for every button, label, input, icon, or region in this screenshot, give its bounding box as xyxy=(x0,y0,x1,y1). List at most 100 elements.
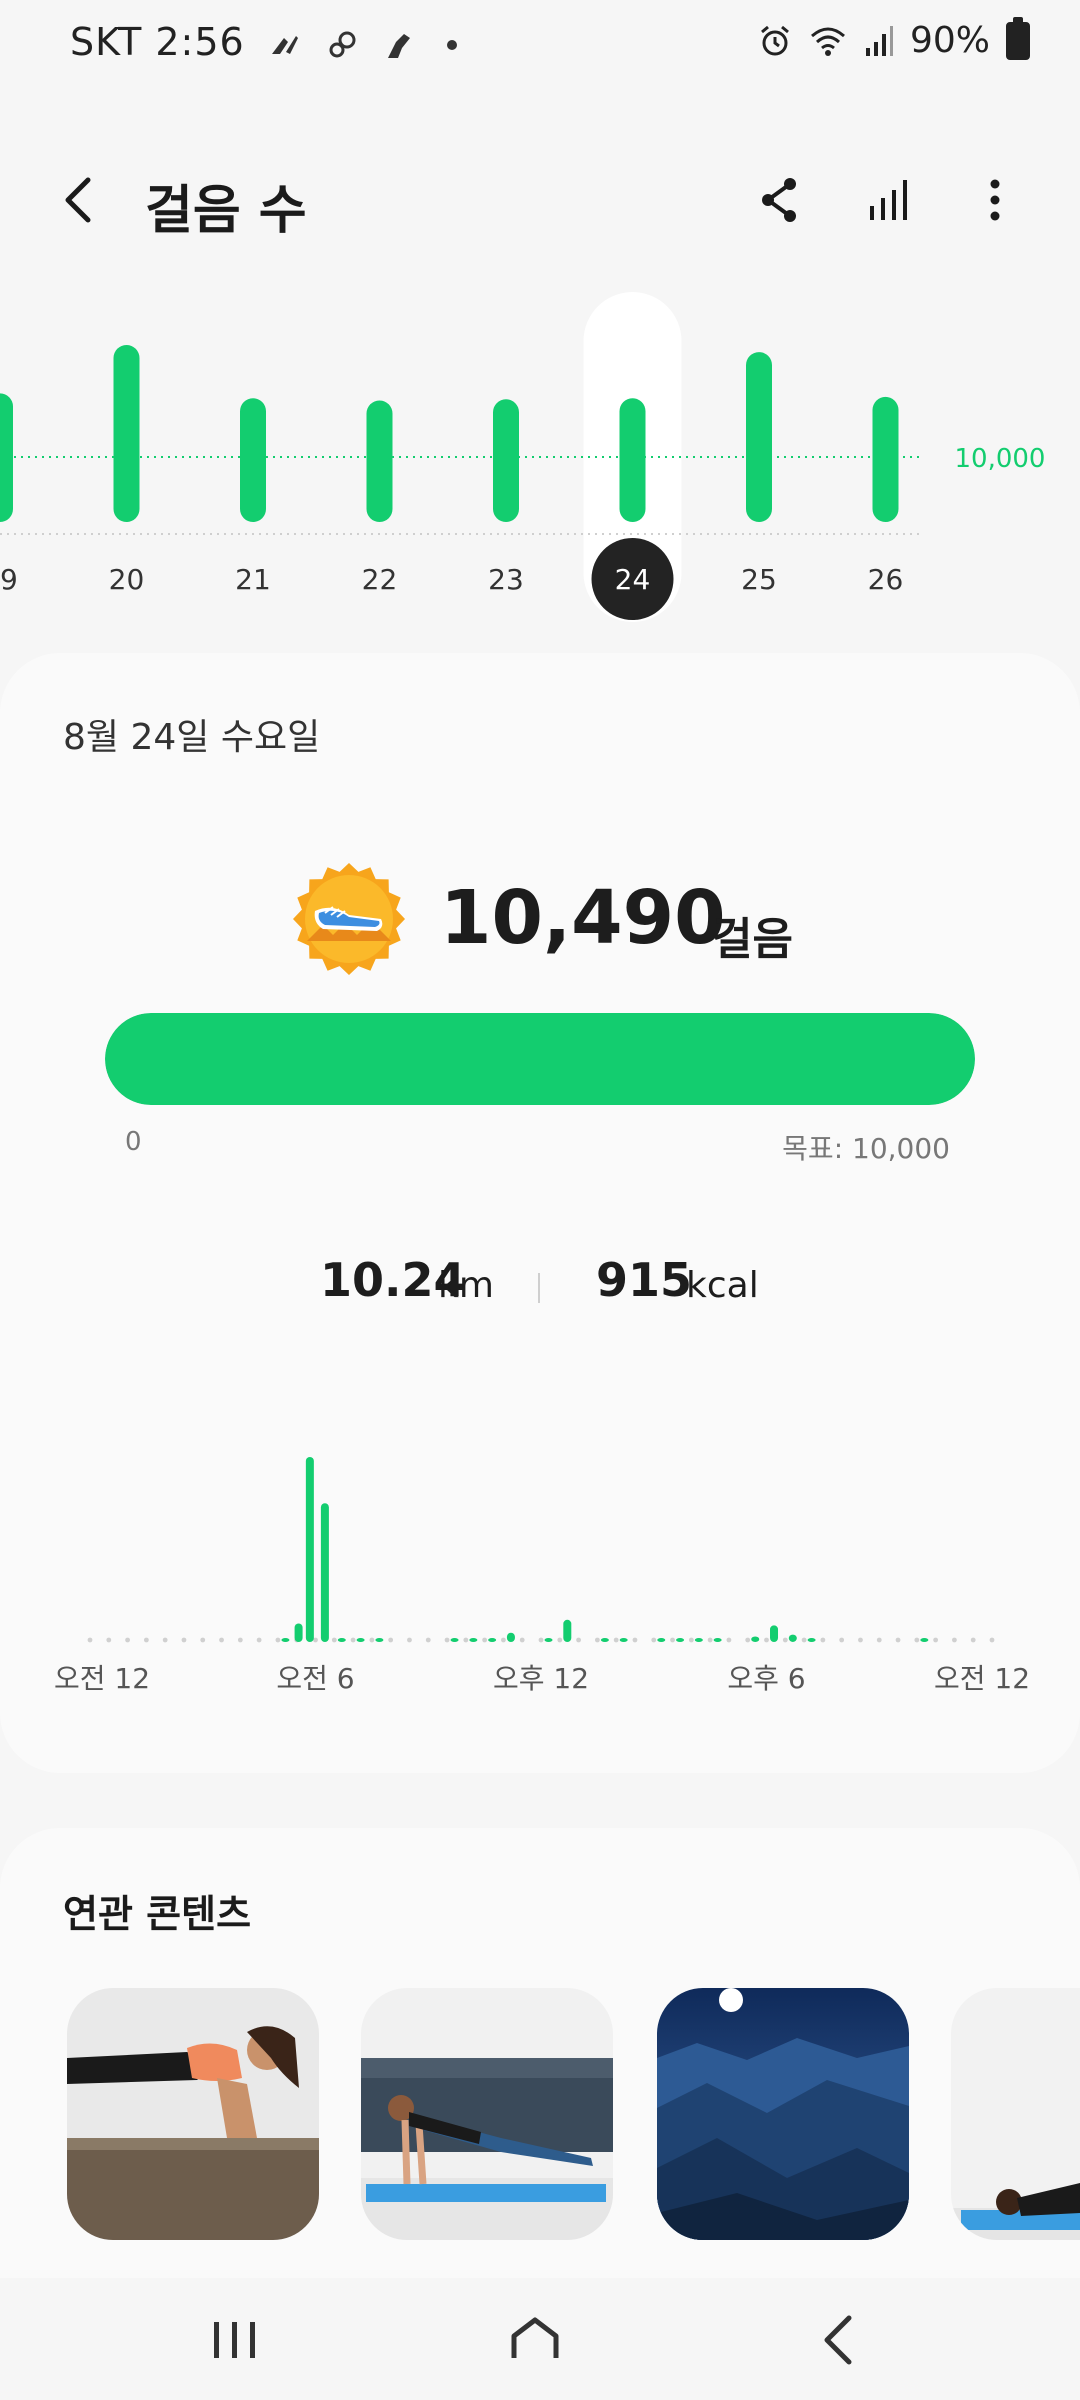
hourly-baseline-dot xyxy=(219,1637,224,1643)
hourly-bar xyxy=(281,1638,290,1642)
calories-unit: kcal xyxy=(686,1265,759,1306)
steps-unit: 걸음 xyxy=(712,914,793,965)
plank-workout-image[interactable] xyxy=(67,1988,319,2240)
distance-unit: km xyxy=(438,1265,494,1306)
hourly-bar xyxy=(356,1638,365,1642)
hourly-baseline-dot xyxy=(876,1637,882,1643)
more-options-button[interactable] xyxy=(965,170,1025,230)
hourly-baseline-dot xyxy=(200,1637,206,1643)
day-label: 19 xyxy=(0,563,18,596)
hourly-bar xyxy=(619,1638,628,1642)
notification-app-icon xyxy=(329,31,356,57)
hourly-bar xyxy=(305,1457,314,1642)
hourly-tick-label: 오전 12 xyxy=(934,1662,1030,1695)
hourly-bar xyxy=(788,1634,797,1642)
hourly-bar xyxy=(469,1638,478,1642)
alarm-icon xyxy=(761,25,789,55)
progress-min-label: 0 xyxy=(125,1127,142,1157)
day-label: 22 xyxy=(362,563,398,596)
hourly-bar xyxy=(657,1638,666,1642)
carrier-time: SKT 2:56 xyxy=(70,20,245,64)
hourly-bar xyxy=(694,1638,703,1642)
hourly-baseline-dot xyxy=(256,1637,262,1643)
goal-progress-bar xyxy=(105,1013,975,1105)
chevron-left-icon xyxy=(65,177,91,223)
share-button[interactable] xyxy=(750,170,810,230)
hourly-steps-chart: 오전 12 오전 6 오후 12 오후 6 오전 12 xyxy=(0,1423,1080,1723)
app-header: 걸음 수 xyxy=(0,150,1080,250)
hourly-bar xyxy=(450,1638,459,1642)
goal-label: 목표: 10,000 xyxy=(782,1132,950,1165)
home-icon xyxy=(511,2317,559,2358)
night-mountains-image[interactable] xyxy=(657,1988,909,2240)
hourly-baseline-dot xyxy=(425,1637,431,1643)
day-label: 23 xyxy=(488,563,524,596)
bar-chart-icon xyxy=(870,180,907,220)
trends-button[interactable] xyxy=(860,170,920,230)
notification-app-icon xyxy=(388,33,410,58)
day-label: 24 xyxy=(615,563,651,596)
hourly-bar xyxy=(563,1619,572,1642)
hourly-tick-label: 오전 6 xyxy=(276,1662,354,1695)
hourly-baseline-dot xyxy=(745,1637,751,1643)
hourly-baseline-dot xyxy=(407,1637,412,1643)
home-button[interactable] xyxy=(500,2308,570,2372)
hourly-baseline-dot xyxy=(181,1637,187,1643)
hourly-bar xyxy=(488,1638,497,1642)
nav-back-button[interactable] xyxy=(805,2308,875,2372)
back-icon xyxy=(824,2315,852,2365)
hourly-bar xyxy=(375,1638,384,1642)
hourly-baseline-dot xyxy=(501,1637,506,1643)
hourly-baseline-dot xyxy=(369,1637,375,1643)
hourly-baseline-dot xyxy=(933,1637,939,1643)
hourly-bar xyxy=(920,1638,929,1642)
hourly-baseline-dot xyxy=(726,1637,732,1643)
share-icon xyxy=(762,178,796,222)
hourly-baseline-dot xyxy=(839,1637,845,1643)
week-bar xyxy=(366,400,393,522)
weekly-steps-chart[interactable]: 10,000 19 20 21 22 23 24 25 26 xyxy=(0,290,1080,630)
hourly-baseline-dot xyxy=(463,1637,469,1643)
hourly-baseline-dot xyxy=(688,1637,694,1643)
signal-icon xyxy=(865,25,893,56)
hourly-bar xyxy=(337,1638,346,1642)
day-label: 21 xyxy=(235,563,271,596)
day-label: 20 xyxy=(109,563,145,596)
hourly-baseline-dot xyxy=(388,1637,394,1643)
week-bar xyxy=(619,398,646,522)
calories-value: 915 xyxy=(596,1253,693,1307)
hourly-baseline-dot xyxy=(820,1637,826,1643)
week-bar xyxy=(113,345,140,522)
pushup-workout-image[interactable] xyxy=(361,1988,613,2240)
hourly-baseline-dot xyxy=(651,1637,657,1643)
hourly-baseline-dot xyxy=(87,1637,93,1643)
battery-icon xyxy=(1006,16,1030,60)
hourly-baseline-dot xyxy=(989,1637,995,1643)
recents-icon xyxy=(214,2322,255,2358)
back-button[interactable] xyxy=(50,170,110,230)
hourly-tick-label: 오후 6 xyxy=(727,1662,805,1695)
hourly-chart-svg: 오전 12 오전 6 오후 12 오후 6 오전 12 xyxy=(54,1457,1030,1695)
dot-icon xyxy=(447,39,458,50)
yoga-mat-image[interactable] xyxy=(951,1988,1080,2240)
notification-app-icon xyxy=(271,35,298,54)
hourly-baseline-dot xyxy=(519,1637,525,1643)
stat-divider xyxy=(538,1273,540,1303)
hourly-bar xyxy=(751,1636,760,1642)
hourly-baseline-dot xyxy=(613,1637,619,1643)
hourly-bar xyxy=(713,1638,722,1642)
hourly-bar xyxy=(294,1623,303,1642)
recents-button[interactable] xyxy=(200,2308,270,2372)
hourly-baseline-dot xyxy=(632,1637,638,1643)
hourly-baseline-dot xyxy=(801,1637,807,1643)
system-nav-bar xyxy=(0,2278,1080,2400)
hourly-bar xyxy=(676,1638,685,1642)
hourly-baseline-dot xyxy=(162,1637,168,1643)
wifi-icon xyxy=(810,27,845,56)
battery-percent: 90% xyxy=(909,20,990,61)
hourly-bar xyxy=(506,1632,515,1642)
hourly-baseline-dot xyxy=(764,1637,769,1643)
week-bar xyxy=(0,393,13,522)
week-bar xyxy=(872,396,899,522)
week-bar xyxy=(240,398,266,522)
